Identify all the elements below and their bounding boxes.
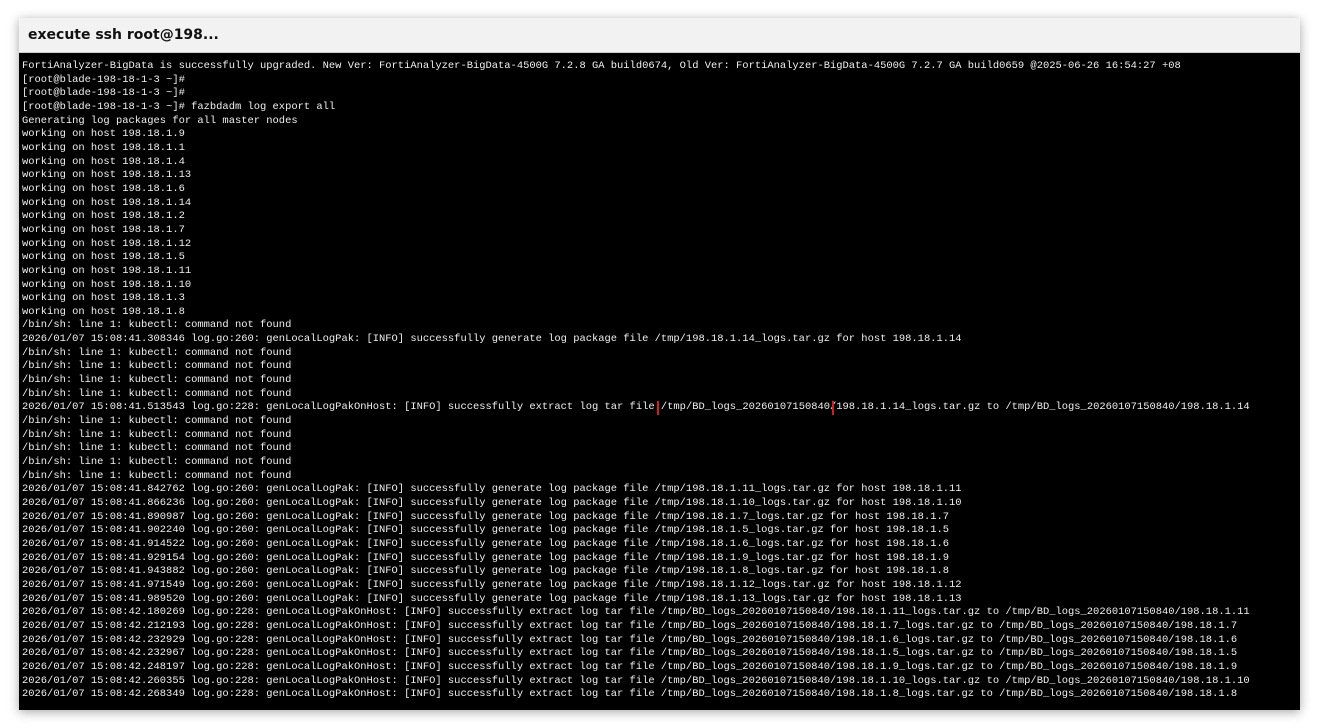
terminal-line: working on host 198.18.1.4	[22, 155, 185, 168]
highlighted-log-path: /tmp/BD_logs_20260107150840	[656, 401, 835, 416]
terminal-line: 2026/01/07 15:08:41.890987 log.go:260: g…	[22, 510, 950, 523]
terminal-line: /bin/sh: line 1: kubectl: command not fo…	[22, 374, 292, 387]
terminal-line: working on host 198.18.1.12	[22, 237, 192, 250]
terminal-line: 2026/01/07 15:08:41.308346 log.go:260: g…	[22, 333, 962, 346]
terminal-line: 2026/01/07 15:08:42.180269 log.go:228: g…	[22, 606, 1250, 619]
terminal-line: Generating log packages for all master n…	[22, 114, 298, 127]
terminal-line: 2026/01/07 15:08:42.212193 log.go:228: g…	[22, 619, 1238, 632]
terminal-line: /bin/sh: line 1: kubectl: command not fo…	[22, 428, 292, 441]
terminal-line: working on host 198.18.1.11	[22, 264, 192, 277]
terminal-line: 2026/01/07 15:08:41.929154 log.go:260: g…	[22, 551, 950, 564]
terminal-line: 2026/01/07 15:08:41.866236 log.go:260: g…	[22, 497, 962, 509]
terminal-line: working on host 198.18.1.7	[22, 223, 185, 236]
terminal-line: [root@blade-198-18-1-3 ~]#	[22, 73, 185, 86]
terminal-line: 2026/01/07 15:08:42.248197 log.go:228: g…	[22, 660, 1238, 673]
terminal-line: 2026/01/07 15:08:42.232967 log.go:228: g…	[22, 647, 1238, 660]
log-prefix: 2026/01/07 15:08:41.513543 log.go:228: g…	[22, 401, 661, 414]
terminal-line: 2026/01/07 15:08:42.260355 log.go:228: g…	[22, 674, 1250, 687]
terminal-line: working on host 198.18.1.6	[22, 182, 185, 195]
terminal-line: working on host 198.18.1.14	[22, 196, 192, 209]
terminal-line: 2026/01/07 15:08:41.943882 log.go:260: g…	[22, 565, 950, 578]
terminal-line: working on host 198.18.1.2	[22, 210, 185, 223]
terminal-line: /bin/sh: line 1: kubectl: command not fo…	[22, 387, 292, 400]
terminal-line: 2026/01/07 15:08:41.914522 log.go:260: g…	[22, 537, 950, 550]
terminal-line: [root@blade-198-18-1-3 ~]#	[22, 87, 185, 100]
terminal-line: working on host 198.18.1.5	[22, 251, 185, 264]
terminal-line: 2026/01/07 15:08:41.971549 log.go:260: g…	[22, 578, 962, 591]
window-titlebar: execute ssh root@198...	[19, 18, 1300, 53]
terminal-line: /bin/sh: line 1: kubectl: command not fo…	[22, 442, 292, 455]
terminal-line: /bin/sh: line 1: kubectl: command not fo…	[22, 346, 292, 359]
terminal-line: /bin/sh: line 1: kubectl: command not fo…	[22, 456, 292, 469]
terminal-line: working on host 198.18.1.8	[22, 305, 185, 318]
terminal-line-highlighted: 2026/01/07 15:08:41.513543 log.go:228: g…	[22, 401, 1300, 416]
terminal-line: 2026/01/07 15:08:42.232929 log.go:228: g…	[22, 633, 1238, 646]
terminal-output[interactable]: FortiAnalyzer-BigData is successfully up…	[19, 53, 1300, 710]
terminal-line: 2026/01/07 15:08:42.268349 log.go:228: g…	[22, 688, 1238, 701]
terminal-line: /bin/sh: line 1: kubectl: command not fo…	[22, 415, 292, 428]
terminal-line: 2026/01/07 15:08:41.989520 log.go:260: g…	[22, 592, 962, 605]
terminal-line: /bin/sh: line 1: kubectl: command not fo…	[22, 469, 292, 482]
terminal-line: working on host 198.18.1.3	[22, 292, 185, 305]
terminal-line: working on host 198.18.1.10	[22, 278, 192, 291]
terminal-line: /bin/sh: line 1: kubectl: command not fo…	[22, 360, 292, 373]
terminal-line: FortiAnalyzer-BigData is successfully up…	[22, 60, 1181, 72]
terminal-line: 2026/01/07 15:08:41.902240 log.go:260: g…	[22, 524, 950, 537]
terminal-line: 2026/01/07 15:08:41.842762 log.go:260: g…	[22, 483, 962, 496]
ssh-window: execute ssh root@198... FortiAnalyzer-Bi…	[19, 18, 1300, 710]
log-suffix: /198.18.1.14_logs.tar.gz to /tmp/BD_logs…	[830, 401, 1250, 414]
window-title: execute ssh root@198...	[28, 27, 219, 43]
terminal-line: [root@blade-198-18-1-3 ~]# fazbdadm log …	[22, 100, 336, 113]
terminal-line: working on host 198.18.1.9	[22, 128, 185, 141]
terminal-line: working on host 198.18.1.1	[22, 141, 185, 154]
terminal-line: working on host 198.18.1.13	[22, 169, 192, 182]
terminal-line: /bin/sh: line 1: kubectl: command not fo…	[22, 319, 292, 332]
